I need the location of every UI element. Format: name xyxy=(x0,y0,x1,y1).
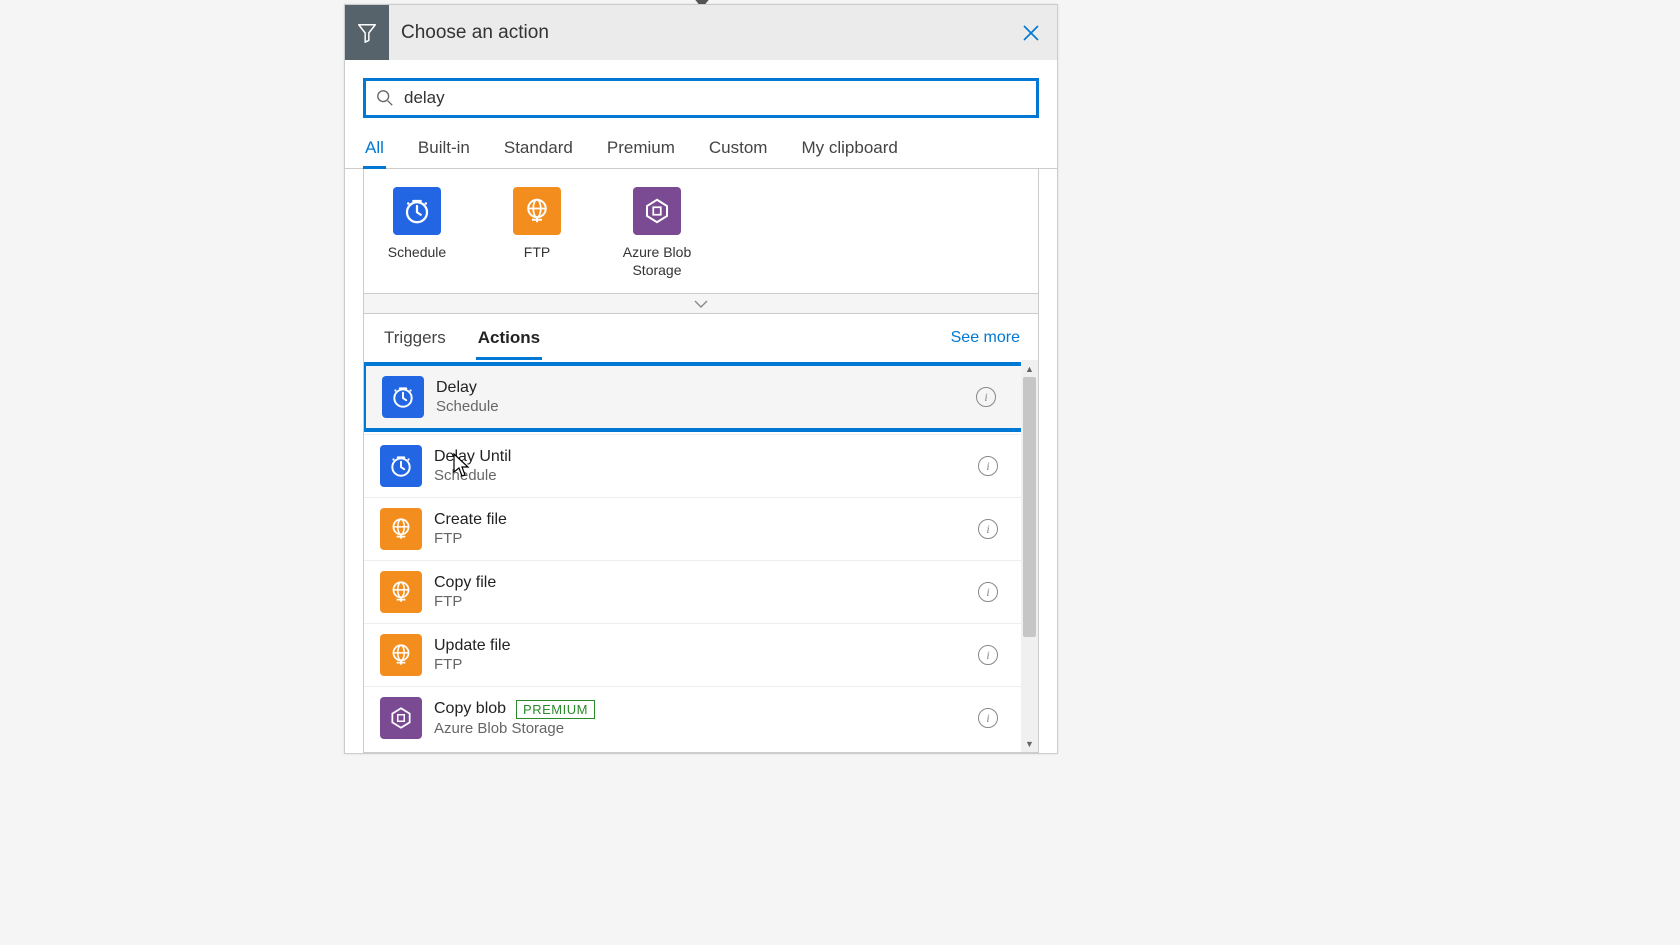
action-title: Create file xyxy=(434,511,507,529)
connector-schedule[interactable]: Schedule xyxy=(382,187,452,279)
action-title: Copy blob xyxy=(434,700,506,718)
globe-icon xyxy=(380,571,422,613)
action-item-update-file[interactable]: Update fileFTPi xyxy=(364,623,1038,686)
subtab-actions[interactable]: Actions xyxy=(476,328,542,360)
blob-icon xyxy=(633,187,681,235)
connector-label: Azure Blob Storage xyxy=(622,243,692,279)
action-subtitle: Schedule xyxy=(434,467,978,484)
clock-icon xyxy=(382,376,424,418)
action-picker-panel: Choose an action All Built-in Standard Prem… xyxy=(344,4,1058,754)
panel-header: Choose an action xyxy=(345,5,1057,60)
action-item-copy-file[interactable]: Copy fileFTPi xyxy=(364,560,1038,623)
connector-azure-blob-storage[interactable]: Azure Blob Storage xyxy=(622,187,692,279)
clock-icon xyxy=(380,445,422,487)
action-subtitle: Azure Blob Storage xyxy=(434,720,978,737)
tab-all[interactable]: All xyxy=(363,132,386,168)
action-item-copy-blob[interactable]: Copy blob PREMIUMAzure Blob Storagei xyxy=(364,686,1038,749)
info-icon[interactable]: i xyxy=(978,708,998,728)
globe-icon xyxy=(513,187,561,235)
clock-icon xyxy=(393,187,441,235)
tab-built-in[interactable]: Built-in xyxy=(416,132,472,168)
connectors-row: Schedule FTP Azure Blob Storage xyxy=(363,169,1039,294)
action-subtitle: FTP xyxy=(434,593,978,610)
search-input[interactable] xyxy=(394,88,1026,108)
expand-connectors-button[interactable] xyxy=(363,294,1039,314)
see-more-link[interactable]: See more xyxy=(951,329,1020,359)
search-icon xyxy=(376,89,394,107)
search-wrap xyxy=(345,60,1057,128)
action-title: Update file xyxy=(434,637,511,655)
results-section: TriggersActionsSee more DelaySchedulei D… xyxy=(363,314,1039,753)
globe-icon xyxy=(380,634,422,676)
globe-icon xyxy=(380,508,422,550)
blob-icon xyxy=(380,697,422,739)
scrollbar[interactable]: ▲ ▼ xyxy=(1021,360,1038,752)
info-icon[interactable]: i xyxy=(978,645,998,665)
tab-standard[interactable]: Standard xyxy=(502,132,575,168)
action-item-delay[interactable]: DelaySchedulei xyxy=(364,362,1038,432)
scroll-down-arrow[interactable]: ▼ xyxy=(1021,735,1038,752)
tab-premium[interactable]: Premium xyxy=(605,132,677,168)
connector-label: Schedule xyxy=(388,243,446,261)
action-item-delay-until[interactable]: Delay UntilSchedulei xyxy=(364,434,1038,497)
scroll-track[interactable] xyxy=(1021,377,1038,735)
category-tabs: All Built-in Standard Premium Custom My clipb… xyxy=(345,128,1057,169)
action-subtitle: FTP xyxy=(434,656,978,673)
info-icon[interactable]: i xyxy=(978,582,998,602)
scroll-thumb[interactable] xyxy=(1023,377,1036,637)
info-icon[interactable]: i xyxy=(978,456,998,476)
close-button[interactable] xyxy=(1013,15,1049,51)
action-item-create-file[interactable]: Create fileFTPi xyxy=(364,497,1038,560)
premium-badge: PREMIUM xyxy=(516,700,595,719)
tab-my-clipboard[interactable]: My clipboard xyxy=(799,132,899,168)
panel-header-icon xyxy=(345,5,389,60)
action-title: Delay xyxy=(436,379,477,397)
panel-title: Choose an action xyxy=(389,22,1013,44)
tab-custom[interactable]: Custom xyxy=(707,132,770,168)
info-icon[interactable]: i xyxy=(976,387,996,407)
search-box[interactable] xyxy=(363,78,1039,118)
action-title: Delay Until xyxy=(434,448,511,466)
chevron-down-icon xyxy=(694,300,708,308)
action-subtitle: Schedule xyxy=(436,398,976,415)
result-type-tabs: Triggers Actions See more xyxy=(364,328,1038,360)
subtab-triggers[interactable]: Triggers xyxy=(382,328,448,360)
scroll-up-arrow[interactable]: ▲ xyxy=(1021,360,1038,377)
close-icon xyxy=(1022,24,1040,42)
info-icon[interactable]: i xyxy=(978,519,998,539)
action-list: DelaySchedulei Delay UntilSchedulei Crea… xyxy=(364,360,1038,752)
action-title: Copy file xyxy=(434,574,496,592)
action-subtitle: FTP xyxy=(434,530,978,547)
connector-ftp[interactable]: FTP xyxy=(502,187,572,279)
connector-label: FTP xyxy=(524,243,550,261)
